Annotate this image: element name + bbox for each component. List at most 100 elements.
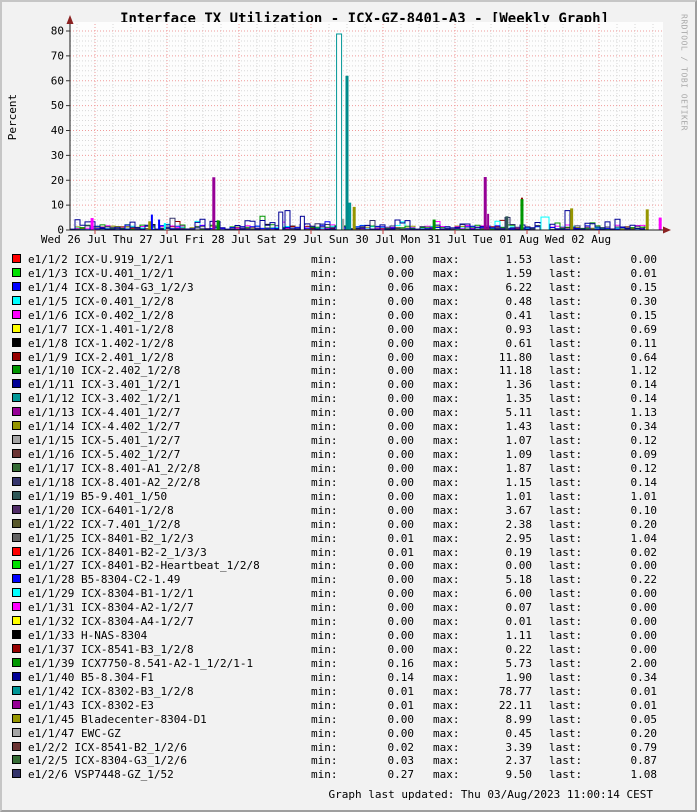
series-min-value: 0.03 bbox=[332, 754, 414, 767]
series-max-value: 0.00 bbox=[454, 559, 532, 572]
series-label: e1/1/33 H-NAS-8304 bbox=[28, 629, 147, 642]
series-color-swatch bbox=[12, 505, 21, 514]
series-last-value: 0.00 bbox=[569, 629, 657, 642]
series-label: e1/1/13 ICX-4.401_1/2/7 bbox=[28, 406, 180, 419]
series-last-value: 1.13 bbox=[569, 406, 657, 419]
series-label: e1/1/17 ICX-8.401-A1_2/2/8 bbox=[28, 462, 200, 475]
series-min-value: 0.06 bbox=[332, 281, 414, 294]
series-label: e1/1/40 B5-8.304-F1 bbox=[28, 671, 154, 684]
y-tick-label: 10 bbox=[51, 199, 64, 212]
series-min-value: 0.00 bbox=[332, 253, 414, 266]
series-color-swatch bbox=[12, 491, 21, 500]
x-tick-label: Thu 27 Jul bbox=[113, 233, 179, 246]
series-max-value: 5.18 bbox=[454, 573, 532, 586]
series-min-value: 0.14 bbox=[332, 671, 414, 684]
series-min-value: 0.00 bbox=[332, 323, 414, 336]
series-last-value: 2.00 bbox=[569, 657, 657, 670]
series-min-value: 0.16 bbox=[332, 657, 414, 670]
series-label: e1/1/22 ICX-7.401_1/2/8 bbox=[28, 518, 180, 531]
series-max-value: 1.87 bbox=[454, 462, 532, 475]
series-last-value: 0.00 bbox=[569, 587, 657, 600]
series-color-swatch bbox=[12, 324, 21, 333]
series-min-value: 0.00 bbox=[332, 587, 414, 600]
series-max-value: 6.00 bbox=[454, 587, 532, 600]
series-color-swatch bbox=[12, 393, 21, 402]
series-color-swatch bbox=[12, 742, 21, 751]
series-max-value: 2.37 bbox=[454, 754, 532, 767]
legend-row: e1/1/31 ICX-8304-A2-1/2/7min:0.00max:0.0… bbox=[2, 601, 697, 615]
series-color-swatch bbox=[12, 644, 21, 653]
series-max-value: 1.36 bbox=[454, 378, 532, 391]
series-last-value: 0.05 bbox=[569, 713, 657, 726]
legend-row: e1/1/15 ICX-5.401_1/2/7min:0.00max:1.07l… bbox=[2, 434, 697, 448]
series-last-value: 0.64 bbox=[569, 351, 657, 364]
series-min-value: 0.27 bbox=[332, 768, 414, 781]
series-label: e1/1/14 ICX-4.402_1/2/7 bbox=[28, 420, 180, 433]
series-label: e1/1/6 ICX-0.402_1/2/8 bbox=[28, 309, 174, 322]
legend-row: e1/1/19 B5-9.401_1/50min:0.00max:1.01las… bbox=[2, 490, 697, 504]
series-last-value: 0.01 bbox=[569, 267, 657, 280]
series-min-value: 0.00 bbox=[332, 462, 414, 475]
series-color-swatch bbox=[12, 769, 21, 778]
series-color-swatch bbox=[12, 547, 21, 556]
legend-row: e1/1/27 ICX-8401-B2-Heartbeat_1/2/8min:0… bbox=[2, 559, 697, 573]
legend-row: e1/1/20 ICX-6401-1/2/8min:0.00max:3.67la… bbox=[2, 504, 697, 518]
x-tick-label: Sun 30 Jul bbox=[329, 233, 395, 246]
series-last-value: 0.09 bbox=[569, 448, 657, 461]
series-min-value: 0.00 bbox=[332, 713, 414, 726]
legend-row: e1/1/4 ICX-8.304-G3_1/2/3min:0.06max:6.2… bbox=[2, 281, 697, 295]
series-last-value: 0.34 bbox=[569, 671, 657, 684]
series-color-swatch bbox=[12, 755, 21, 764]
series-max-value: 1.59 bbox=[454, 267, 532, 280]
series-max-value: 5.11 bbox=[454, 406, 532, 419]
series-color-swatch bbox=[12, 477, 21, 486]
series-min-value: 0.00 bbox=[332, 490, 414, 503]
series-last-value: 0.02 bbox=[569, 546, 657, 559]
y-tick-label: 70 bbox=[51, 49, 64, 62]
series-last-value: 0.20 bbox=[569, 727, 657, 740]
series-min-value: 0.00 bbox=[332, 476, 414, 489]
series-min-value: 0.01 bbox=[332, 546, 414, 559]
series-min-value: 0.00 bbox=[332, 559, 414, 572]
legend-row: e1/1/9 ICX-2.401_1/2/8min:0.00max:11.80l… bbox=[2, 351, 697, 365]
series-label: e1/1/43 ICX-8302-E3 bbox=[28, 699, 154, 712]
legend-row: e1/1/43 ICX-8302-E3min:0.01max:22.11last… bbox=[2, 699, 697, 713]
series-last-value: 0.00 bbox=[569, 643, 657, 656]
series-max-value: 1.11 bbox=[454, 629, 532, 642]
series-label: e1/1/25 ICX-8401-B2_1/2/3 bbox=[28, 532, 194, 545]
series-label: e1/1/8 ICX-1.402-1/2/8 bbox=[28, 337, 174, 350]
x-tick-label: Fri 28 Jul bbox=[185, 233, 251, 246]
series-label: e1/1/11 ICX-3.401_1/2/1 bbox=[28, 378, 180, 391]
series-max-value: 9.50 bbox=[454, 768, 532, 781]
series-label: e1/2/6 VSP7448-GZ_1/52 bbox=[28, 768, 174, 781]
utilization-chart-svg: 01020304050607080Wed 26 JulThu 27 JulFri… bbox=[2, 2, 697, 252]
series-last-value: 0.01 bbox=[569, 699, 657, 712]
series-min-value: 0.02 bbox=[332, 741, 414, 754]
series-label: e1/1/4 ICX-8.304-G3_1/2/3 bbox=[28, 281, 194, 294]
series-min-value: 0.01 bbox=[332, 699, 414, 712]
series-min-value: 0.00 bbox=[332, 434, 414, 447]
legend-row: e1/1/3 ICX-U.401_1/2/1min:0.00max:1.59la… bbox=[2, 267, 697, 281]
series-max-value: 0.07 bbox=[454, 601, 532, 614]
series-min-value: 0.00 bbox=[332, 364, 414, 377]
series-min-value: 0.01 bbox=[332, 532, 414, 545]
legend-row: e1/1/26 ICX-8401-B2-2_1/3/3min:0.01max:0… bbox=[2, 546, 697, 560]
series-min-value: 0.00 bbox=[332, 573, 414, 586]
series-color-swatch bbox=[12, 282, 21, 291]
series-last-value: 0.00 bbox=[569, 253, 657, 266]
x-tick-label: Tue 01 Aug bbox=[473, 233, 539, 246]
series-label: e1/1/47 EWC-GZ bbox=[28, 727, 121, 740]
legend-row: e1/2/5 ICX-8304-G3_1/2/6min:0.03max:2.37… bbox=[2, 754, 697, 768]
series-min-value: 0.00 bbox=[332, 727, 414, 740]
series-color-swatch bbox=[12, 310, 21, 319]
series-label: e1/1/29 ICX-8304-B1-1/2/1 bbox=[28, 587, 194, 600]
mrtg-weekly-graph-page: Interface TX Utilization - ICX-GZ-8401-A… bbox=[0, 0, 697, 812]
series-color-swatch bbox=[12, 435, 21, 444]
legend-row: e1/1/13 ICX-4.401_1/2/7min:0.00max:5.11l… bbox=[2, 406, 697, 420]
series-color-swatch bbox=[12, 533, 21, 542]
series-last-value: 0.87 bbox=[569, 754, 657, 767]
x-tick-label: Wed 02 Aug bbox=[545, 233, 611, 246]
legend-row: e1/1/17 ICX-8.401-A1_2/2/8min:0.00max:1.… bbox=[2, 462, 697, 476]
series-min-value: 0.00 bbox=[332, 267, 414, 280]
series-label: e1/1/12 ICX-3.402_1/2/1 bbox=[28, 392, 180, 405]
